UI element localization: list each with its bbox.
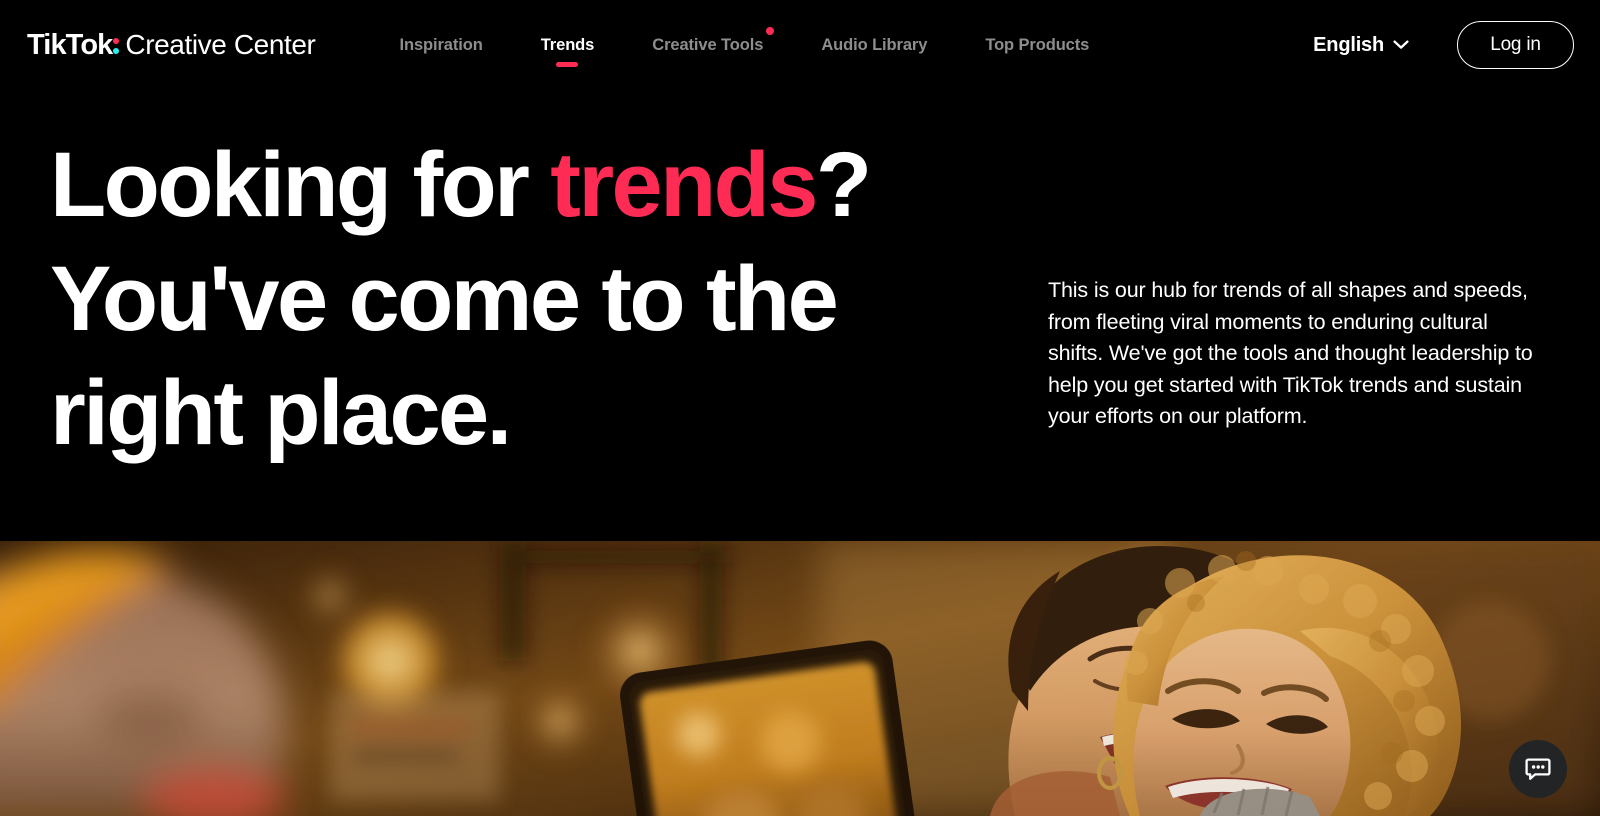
nav-item-inspiration[interactable]: Inspiration bbox=[399, 0, 482, 90]
language-label: English bbox=[1313, 33, 1384, 56]
hero-description-paragraph: This is our hub for trends of all shapes… bbox=[1048, 278, 1533, 428]
logo-brand-text: TikTok bbox=[27, 28, 113, 61]
hero-photo bbox=[0, 541, 1600, 816]
login-button[interactable]: Log in bbox=[1457, 21, 1574, 69]
headline-line-1: Looking for trends? bbox=[50, 134, 872, 236]
language-selector[interactable]: English bbox=[1313, 34, 1409, 57]
nav-item-top-products[interactable]: Top Products bbox=[985, 0, 1089, 90]
nav-item-label: Audio Library bbox=[821, 35, 928, 54]
primary-nav-links: Inspiration Trends Creative Tools Audio … bbox=[399, 0, 1147, 90]
chevron-down-icon bbox=[1393, 40, 1409, 49]
page-title: Looking for trends? You've come to the r… bbox=[50, 128, 872, 470]
nav-item-label: Top Products bbox=[985, 35, 1090, 54]
hero-photo-artwork bbox=[0, 541, 1600, 816]
colon-dots-icon bbox=[113, 30, 122, 60]
page-root: TikTok Creative Center Inspiration Trend… bbox=[0, 0, 1600, 816]
nav-item-label: Inspiration bbox=[399, 35, 483, 54]
headline-line-2: You've come to the bbox=[50, 248, 839, 350]
nav-item-label: Trends bbox=[540, 35, 595, 54]
nav-item-label: Creative Tools bbox=[652, 35, 764, 54]
notification-dot-icon bbox=[766, 27, 775, 35]
headline-line-3: right place. bbox=[50, 362, 512, 464]
hero-section: Looking for trends? You've come to the r… bbox=[0, 90, 1600, 541]
nav-item-audio-library[interactable]: Audio Library bbox=[821, 0, 927, 90]
nav-right-controls: English Log in bbox=[1313, 21, 1574, 69]
chat-bubble-icon bbox=[1525, 758, 1551, 780]
nav-item-trends[interactable]: Trends bbox=[540, 0, 595, 90]
nav-item-creative-tools[interactable]: Creative Tools bbox=[652, 0, 775, 90]
tiktok-creative-center-logo[interactable]: TikTok Creative Center bbox=[27, 28, 316, 62]
top-navigation-bar: TikTok Creative Center Inspiration Trend… bbox=[0, 0, 1600, 90]
chat-support-button[interactable] bbox=[1509, 740, 1567, 798]
logo-product-text: Creative Center bbox=[125, 29, 316, 60]
headline-text-b: ? bbox=[815, 134, 872, 236]
headline-accent-word: trends bbox=[550, 134, 818, 236]
headline-text-a: Looking for bbox=[50, 134, 551, 236]
active-tab-indicator bbox=[556, 62, 579, 67]
